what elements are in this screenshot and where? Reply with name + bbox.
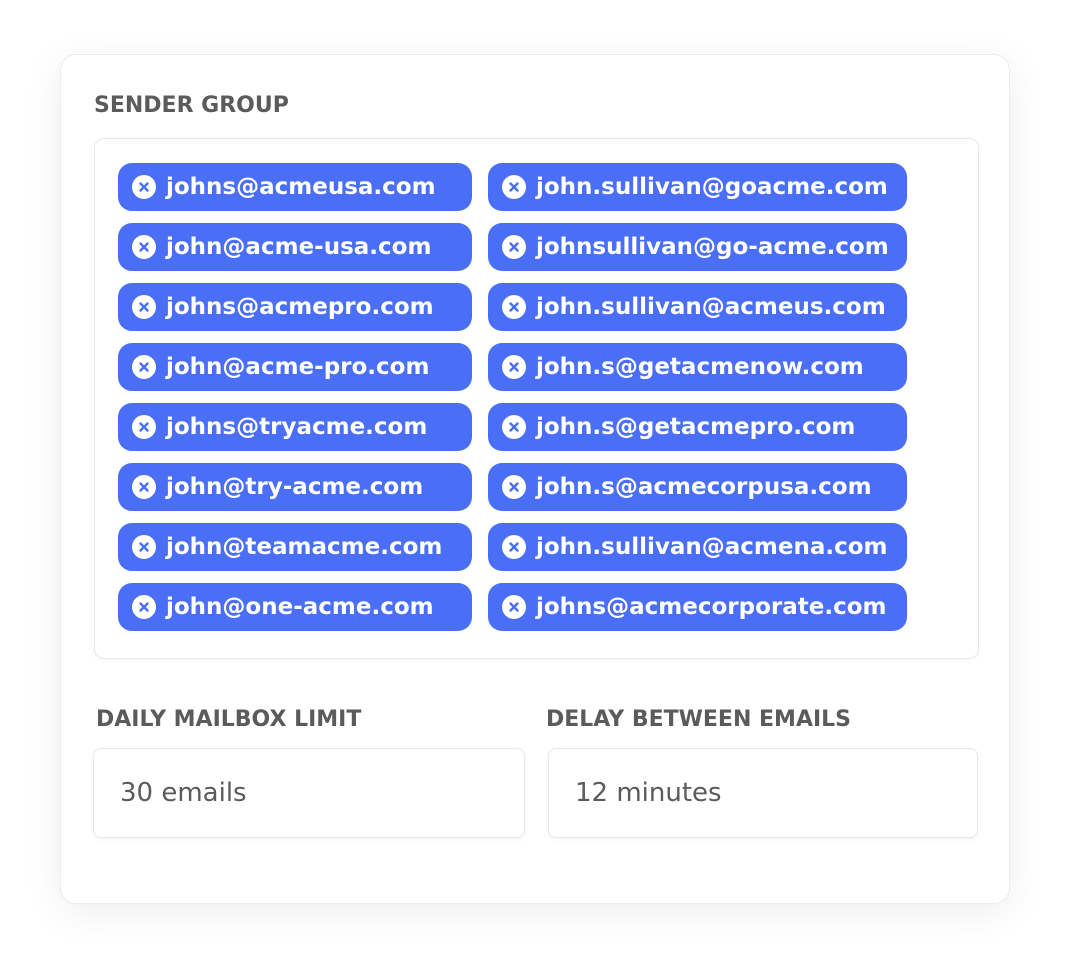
daily-mailbox-limit-field[interactable]: 30 emails bbox=[93, 748, 525, 838]
sender-chip[interactable]: john.s@getacmepro.com bbox=[488, 403, 907, 451]
sender-chip[interactable]: johns@tryacme.com bbox=[118, 403, 472, 451]
remove-sender-icon[interactable] bbox=[502, 415, 526, 439]
sender-group-label: SENDER GROUP bbox=[94, 93, 289, 118]
remove-sender-icon[interactable] bbox=[502, 595, 526, 619]
sender-chip-label: john.sullivan@acmena.com bbox=[536, 534, 888, 560]
sender-chip-label: john@teamacme.com bbox=[166, 534, 443, 560]
sender-chip-label: johns@acmecorporate.com bbox=[536, 594, 887, 620]
remove-sender-icon[interactable] bbox=[502, 175, 526, 199]
sender-chip-label: john@try-acme.com bbox=[166, 474, 424, 500]
sender-chip[interactable]: john@teamacme.com bbox=[118, 523, 472, 571]
sender-chip-label: johnsullivan@go-acme.com bbox=[536, 234, 889, 260]
sender-chip-label: johns@acmeusa.com bbox=[166, 174, 436, 200]
sender-chips-left-column: johns@acmeusa.com john@acme-usa.com johns@… bbox=[118, 163, 472, 631]
sender-chip[interactable]: john@try-acme.com bbox=[118, 463, 472, 511]
sender-chip[interactable]: johnsullivan@go-acme.com bbox=[488, 223, 907, 271]
remove-sender-icon[interactable] bbox=[132, 175, 156, 199]
sender-chip-label: john@acme-usa.com bbox=[166, 234, 432, 260]
delay-between-emails-label: DELAY BETWEEN EMAILS bbox=[546, 707, 852, 732]
remove-sender-icon[interactable] bbox=[502, 235, 526, 259]
sender-chip-label: john.s@acmecorpusa.com bbox=[536, 474, 872, 500]
sender-chip-label: john@acme-pro.com bbox=[166, 354, 430, 380]
sender-chip-label: john.sullivan@goacme.com bbox=[536, 174, 888, 200]
delay-between-emails-field[interactable]: 12 minutes bbox=[548, 748, 978, 838]
sender-chip-label: john.s@getacmenow.com bbox=[536, 354, 864, 380]
remove-sender-icon[interactable] bbox=[502, 355, 526, 379]
sender-chips-right-column: john.sullivan@goacme.com johnsullivan@go-… bbox=[488, 163, 907, 631]
sender-chip[interactable]: john.s@getacmenow.com bbox=[488, 343, 907, 391]
remove-sender-icon[interactable] bbox=[502, 535, 526, 559]
remove-sender-icon[interactable] bbox=[132, 475, 156, 499]
sender-chip-label: johns@tryacme.com bbox=[166, 414, 428, 440]
sender-chip[interactable]: johns@acmepro.com bbox=[118, 283, 472, 331]
sender-chip[interactable]: johns@acmeusa.com bbox=[118, 163, 472, 211]
sender-chip[interactable]: john.s@acmecorpusa.com bbox=[488, 463, 907, 511]
remove-sender-icon[interactable] bbox=[132, 295, 156, 319]
sender-chip[interactable]: john@acme-pro.com bbox=[118, 343, 472, 391]
remove-sender-icon[interactable] bbox=[502, 295, 526, 319]
sender-chip-label: john.sullivan@acmeus.com bbox=[536, 294, 886, 320]
sender-chip[interactable]: john.sullivan@acmeus.com bbox=[488, 283, 907, 331]
sender-chip[interactable]: john@acme-usa.com bbox=[118, 223, 472, 271]
daily-mailbox-limit-label: DAILY MAILBOX LIMIT bbox=[96, 707, 362, 732]
sender-settings-card: SENDER GROUP johns@acmeusa.com john@acme-… bbox=[60, 54, 1010, 904]
sender-chip-label: john@one-acme.com bbox=[166, 594, 434, 620]
remove-sender-icon[interactable] bbox=[132, 415, 156, 439]
sender-chip-label: john.s@getacmepro.com bbox=[536, 414, 856, 440]
remove-sender-icon[interactable] bbox=[502, 475, 526, 499]
remove-sender-icon[interactable] bbox=[132, 355, 156, 379]
remove-sender-icon[interactable] bbox=[132, 235, 156, 259]
sender-chip[interactable]: john@one-acme.com bbox=[118, 583, 472, 631]
remove-sender-icon[interactable] bbox=[132, 535, 156, 559]
sender-chip[interactable]: john.sullivan@goacme.com bbox=[488, 163, 907, 211]
remove-sender-icon[interactable] bbox=[132, 595, 156, 619]
sender-group-input[interactable]: johns@acmeusa.com john@acme-usa.com johns@… bbox=[94, 138, 979, 659]
sender-chip-label: johns@acmepro.com bbox=[166, 294, 434, 320]
sender-chip[interactable]: john.sullivan@acmena.com bbox=[488, 523, 907, 571]
sender-chip[interactable]: johns@acmecorporate.com bbox=[488, 583, 907, 631]
